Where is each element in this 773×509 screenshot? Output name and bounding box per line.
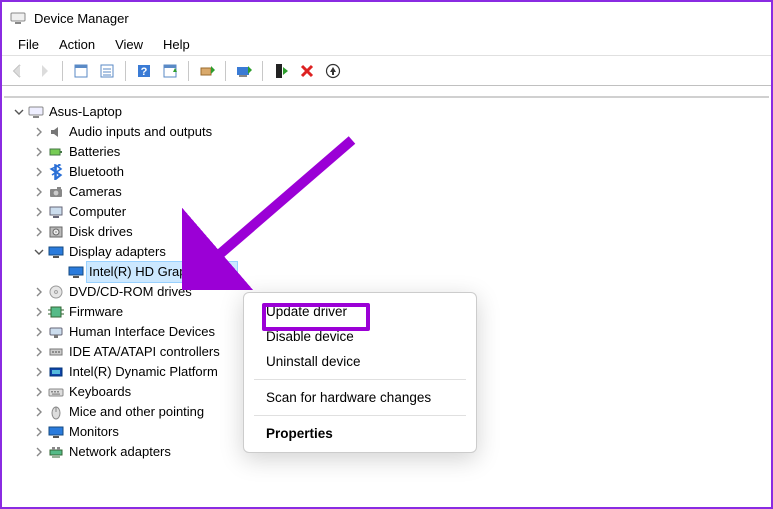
tree-item-label: Network adapters xyxy=(69,442,171,462)
tree-category[interactable]: Display adapters xyxy=(4,242,769,262)
expander-icon[interactable] xyxy=(32,305,46,319)
hid-icon xyxy=(48,324,64,340)
scan-icon[interactable] xyxy=(158,59,182,83)
update-driver-icon[interactable] xyxy=(195,59,219,83)
context-menu-separator xyxy=(254,415,466,416)
bluetooth-icon xyxy=(48,164,64,180)
toolbar-separator xyxy=(188,61,189,81)
uninstall-driver-icon[interactable] xyxy=(232,59,256,83)
toolbar: ? xyxy=(2,56,771,86)
expander-icon[interactable] xyxy=(32,365,46,379)
properties-icon[interactable] xyxy=(95,59,119,83)
disk-icon xyxy=(48,224,64,240)
context-menu-item[interactable]: Properties xyxy=(244,421,476,446)
expander-icon[interactable] xyxy=(32,165,46,179)
tree-category[interactable]: Audio inputs and outputs xyxy=(4,122,769,142)
expander-icon[interactable] xyxy=(32,285,46,299)
context-menu-item[interactable]: Uninstall device xyxy=(244,349,476,374)
expander-icon[interactable] xyxy=(32,225,46,239)
forward-icon[interactable] xyxy=(32,59,56,83)
menu-action[interactable]: Action xyxy=(49,35,105,54)
tree-item-label: Batteries xyxy=(69,142,120,162)
expander-icon[interactable] xyxy=(32,385,46,399)
tree-item-label: Human Interface Devices xyxy=(69,322,215,342)
tree-item-label: Monitors xyxy=(69,422,119,442)
tree-item-label: Mice and other pointing xyxy=(69,402,204,422)
expander-icon[interactable] xyxy=(32,345,46,359)
menu-help[interactable]: Help xyxy=(153,35,200,54)
battery-icon xyxy=(48,144,64,160)
details-icon[interactable] xyxy=(321,59,345,83)
remove-icon[interactable] xyxy=(295,59,319,83)
monitor-icon xyxy=(48,424,64,440)
context-menu-item[interactable]: Update driver xyxy=(244,299,476,324)
expander-icon[interactable] xyxy=(32,445,46,459)
computer-root xyxy=(28,104,44,120)
toolbar-separator xyxy=(125,61,126,81)
toolbar-separator xyxy=(225,61,226,81)
toolbar-separator xyxy=(62,61,63,81)
tree-item-label: Intel(R) HD Graphics 620 xyxy=(86,261,238,283)
expander-icon[interactable] xyxy=(32,205,46,219)
expander-icon[interactable] xyxy=(32,405,46,419)
titlebar: Device Manager xyxy=(2,2,771,34)
tree-category[interactable]: Cameras xyxy=(4,182,769,202)
menu-file[interactable]: File xyxy=(8,35,49,54)
keyboard-icon xyxy=(48,384,64,400)
expander-icon[interactable] xyxy=(32,245,46,259)
tree-item-label: Intel(R) Dynamic Platform xyxy=(69,362,218,382)
help-icon[interactable]: ? xyxy=(132,59,156,83)
context-menu-item[interactable]: Disable device xyxy=(244,324,476,349)
disable-icon[interactable] xyxy=(269,59,293,83)
context-menu-separator xyxy=(254,379,466,380)
back-icon[interactable] xyxy=(6,59,30,83)
expander-icon[interactable] xyxy=(32,145,46,159)
network-icon xyxy=(48,444,64,460)
context-menu: Update driverDisable deviceUninstall dev… xyxy=(243,292,477,453)
tree-item-label: Audio inputs and outputs xyxy=(69,122,212,142)
audio-icon xyxy=(48,124,64,140)
tree-item-label: Firmware xyxy=(69,302,123,322)
dvd-icon xyxy=(48,284,64,300)
context-menu-item[interactable]: Scan for hardware changes xyxy=(244,385,476,410)
display-icon xyxy=(48,244,64,260)
display-icon xyxy=(68,264,84,280)
window-title: Device Manager xyxy=(34,11,129,26)
tree-item-label: Computer xyxy=(69,202,126,222)
tree-item-label: Display adapters xyxy=(69,242,166,262)
tree-category[interactable]: Disk drives xyxy=(4,222,769,242)
expander-icon[interactable] xyxy=(12,105,26,119)
expander-icon[interactable] xyxy=(32,325,46,339)
intel-icon xyxy=(48,364,64,380)
menubar: File Action View Help xyxy=(2,34,771,56)
tree-item-label: Cameras xyxy=(69,182,122,202)
expander-icon[interactable] xyxy=(32,185,46,199)
show-hidden-icon[interactable] xyxy=(69,59,93,83)
firmware-icon xyxy=(48,304,64,320)
tree-item-label: IDE ATA/ATAPI controllers xyxy=(69,342,220,362)
ide-icon xyxy=(48,344,64,360)
tree-item-label: DVD/CD-ROM drives xyxy=(69,282,192,302)
camera-icon xyxy=(48,184,64,200)
tree-category[interactable]: Bluetooth xyxy=(4,162,769,182)
tree-category[interactable]: Computer xyxy=(4,202,769,222)
tree-item-label: Keyboards xyxy=(69,382,131,402)
tree-device[interactable]: Intel(R) HD Graphics 620 xyxy=(4,262,769,282)
tree-item-label: Disk drives xyxy=(69,222,133,242)
computer-icon xyxy=(48,204,64,220)
svg-text:?: ? xyxy=(141,66,148,78)
tree-item-label: Bluetooth xyxy=(69,162,124,182)
expander-icon[interactable] xyxy=(32,425,46,439)
expander-icon[interactable] xyxy=(52,265,66,279)
tree-category[interactable]: Batteries xyxy=(4,142,769,162)
toolbar-separator xyxy=(262,61,263,81)
tree-item-label: Asus-Laptop xyxy=(49,102,122,122)
device-manager-icon xyxy=(10,10,26,26)
tree-root[interactable]: Asus-Laptop xyxy=(4,102,769,122)
mouse-icon xyxy=(48,404,64,420)
expander-icon[interactable] xyxy=(32,125,46,139)
menu-view[interactable]: View xyxy=(105,35,153,54)
